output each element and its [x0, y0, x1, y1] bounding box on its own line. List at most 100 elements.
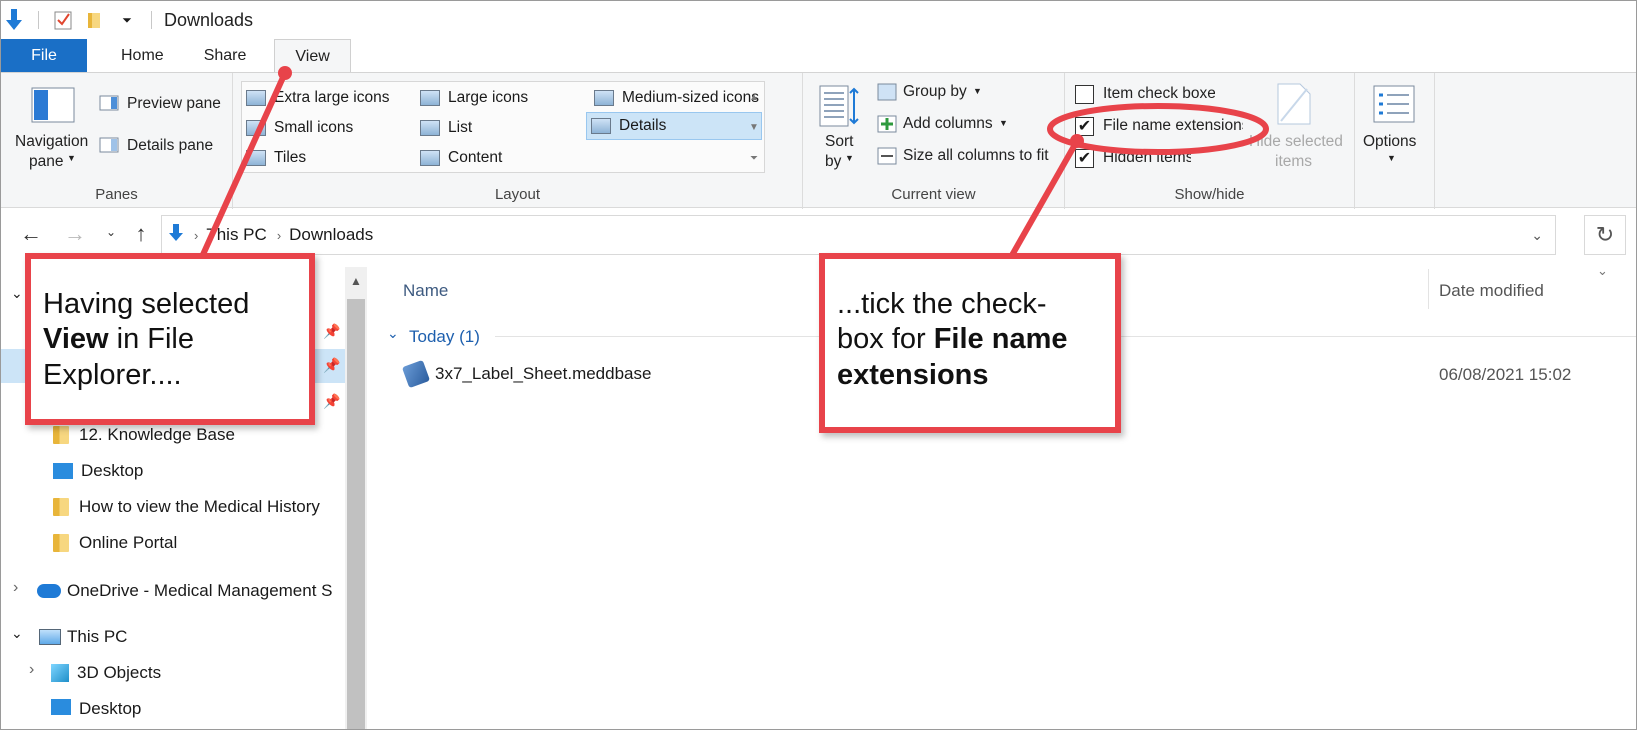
size-columns-icon[interactable]	[877, 147, 897, 170]
list-icon	[420, 120, 440, 136]
nav-item-desktop-2[interactable]: Desktop	[51, 699, 141, 723]
size-all-columns-label[interactable]: Size all columns to fit	[903, 147, 1049, 165]
toolbar-separator	[151, 11, 152, 29]
expand-chevron-icon[interactable]: ›	[29, 661, 34, 679]
hidden-items-label[interactable]: Hidden items	[1103, 149, 1191, 167]
callout-right: ...tick the check- box for File name ext…	[819, 253, 1121, 433]
navigation-pane-icon[interactable]	[31, 87, 75, 128]
navigation-pane-label[interactable]: Navigation	[15, 133, 88, 151]
medium-icons-icon	[594, 90, 614, 106]
forward-arrow-icon[interactable]: →	[59, 221, 91, 247]
layout-list[interactable]: List	[416, 114, 472, 142]
sort-by-label[interactable]: Sort	[825, 133, 853, 151]
details-pane-icon[interactable]	[99, 137, 119, 158]
folder-icon	[53, 534, 69, 552]
expand-chevron-icon[interactable]: ⌄	[11, 285, 23, 302]
breadcrumb-downloads[interactable]: Downloads	[289, 225, 373, 245]
nav-item-online-portal[interactable]: Online Portal	[53, 533, 177, 553]
refresh-icon[interactable]: ↻	[1584, 215, 1626, 255]
navigation-pane-label-2[interactable]: pane	[29, 153, 63, 171]
new-folder-icon[interactable]	[84, 9, 106, 31]
preview-pane-icon[interactable]	[99, 95, 119, 116]
panes-group: Navigation pane ▼ Preview pane Details p…	[1, 73, 233, 209]
address-bar[interactable]: › This PC › Downloads ⌄	[161, 215, 1556, 255]
back-arrow-icon[interactable]: ←	[15, 221, 47, 247]
nav-item-medical-history[interactable]: How to view the Medical History	[53, 497, 320, 517]
address-dropdown-icon[interactable]: ⌄	[1531, 227, 1543, 244]
nav-item-knowledge-base[interactable]: 12. Knowledge Base	[53, 425, 235, 445]
layout-details[interactable]: Details	[586, 112, 762, 140]
scroll-up-icon[interactable]: ▲	[749, 92, 759, 103]
desktop-icon	[51, 699, 71, 715]
tab-share[interactable]: Share	[184, 39, 267, 73]
group-header-today[interactable]: Today (1)	[409, 327, 480, 347]
layout-content[interactable]: Content	[416, 144, 502, 172]
recent-locations-icon[interactable]: ⌄	[95, 225, 127, 239]
customize-toolbar-icon[interactable]: ⏷	[116, 9, 138, 31]
dropdown-arrow-icon: ▼	[67, 153, 76, 163]
nav-item-label: 3D Objects	[77, 663, 162, 682]
breadcrumb-chevron-icon[interactable]: ›	[194, 228, 198, 243]
scroll-down-icon[interactable]: ▼	[749, 122, 759, 133]
scrollbar-thumb[interactable]	[347, 299, 365, 729]
file-row[interactable]: 3x7_Label_Sheet.meddbase	[401, 359, 651, 389]
item-check-boxes-label[interactable]: Item check boxes	[1103, 85, 1215, 103]
quick-access-toolbar: ⏷	[1, 1, 160, 39]
current-view-group: Sort by ▼ Group by ▼ Add columns ▼ Size …	[803, 73, 1065, 209]
column-divider[interactable]	[1428, 269, 1429, 309]
collapse-chevron-icon[interactable]: ⌄	[11, 625, 23, 642]
tab-view[interactable]: View	[274, 39, 351, 73]
hidden-items-checkbox[interactable]: ✔	[1075, 149, 1094, 168]
expand-chevron-icon[interactable]: ›	[13, 579, 18, 597]
group-by-label[interactable]: Group by	[903, 83, 967, 101]
breadcrumb-this-pc[interactable]: This PC	[206, 225, 266, 245]
tab-home[interactable]: Home	[101, 39, 184, 73]
nav-item-onedrive[interactable]: OneDrive - Medical Management S	[37, 581, 345, 601]
properties-icon[interactable]	[52, 9, 74, 31]
downloads-location-icon	[168, 223, 184, 247]
item-check-boxes-checkbox[interactable]	[1075, 85, 1094, 104]
up-arrow-icon[interactable]: ↑	[125, 221, 157, 247]
nav-item-label: How to view the Medical History	[79, 497, 320, 516]
sort-by-icon[interactable]	[819, 85, 859, 132]
pin-icon[interactable]: 📌	[323, 323, 340, 340]
layout-extra-large-icons[interactable]: Extra large icons	[242, 84, 389, 112]
breadcrumb-chevron-icon[interactable]: ›	[277, 228, 281, 243]
nav-item-3d-objects[interactable]: 3D Objects	[51, 663, 161, 683]
scroll-up-icon[interactable]: ▲	[345, 267, 367, 295]
add-columns-label[interactable]: Add columns	[903, 115, 993, 133]
group-collapse-icon[interactable]: ⌄	[387, 325, 399, 342]
layout-gallery-scroll[interactable]: ▲ ▼ ⏷	[744, 82, 764, 174]
pin-icon[interactable]: 📌	[323, 393, 340, 410]
options-group: Options ▼	[1355, 73, 1435, 209]
layout-tiles[interactable]: Tiles	[242, 144, 306, 172]
column-header-name[interactable]: Name	[403, 281, 448, 301]
callout-text: ...tick the check-	[837, 288, 1047, 320]
file-name-extensions-label[interactable]: File name extensions	[1103, 117, 1243, 135]
group-by-icon[interactable]	[877, 83, 897, 106]
options-label[interactable]: Options	[1363, 133, 1416, 151]
column-header-date[interactable]: Date modified	[1439, 281, 1544, 301]
tab-file[interactable]: File	[1, 39, 87, 73]
expand-gallery-icon[interactable]: ⏷	[750, 153, 758, 164]
nav-item-desktop[interactable]: Desktop	[53, 461, 143, 481]
layout-medium-icons[interactable]: Medium-sized icons	[590, 84, 759, 112]
details-pane-label[interactable]: Details pane	[127, 137, 213, 155]
nav-scrollbar[interactable]: ▲	[345, 267, 367, 729]
folder-icon	[53, 498, 69, 516]
downloads-arrow-icon	[3, 9, 25, 31]
add-columns-icon[interactable]	[877, 115, 897, 138]
callout-text: Having selected	[43, 288, 250, 320]
desktop-icon	[53, 463, 73, 479]
layout-large-icons[interactable]: Large icons	[416, 84, 528, 112]
show-hide-group: Item check boxes ✔ File name extensions …	[1065, 73, 1355, 209]
layout-small-icons[interactable]: Small icons	[242, 114, 353, 142]
options-icon[interactable]	[1373, 85, 1415, 128]
file-name-extensions-checkbox[interactable]: ✔	[1075, 117, 1094, 136]
preview-pane-label[interactable]: Preview pane	[127, 95, 221, 113]
column-sort-chevron-icon[interactable]: ⌄	[1597, 263, 1608, 279]
layout-item-label: Large icons	[448, 89, 529, 106]
pin-icon[interactable]: 📌	[323, 357, 340, 374]
sort-by-label-2[interactable]: by	[825, 153, 841, 171]
nav-item-this-pc[interactable]: This PC	[39, 627, 127, 647]
